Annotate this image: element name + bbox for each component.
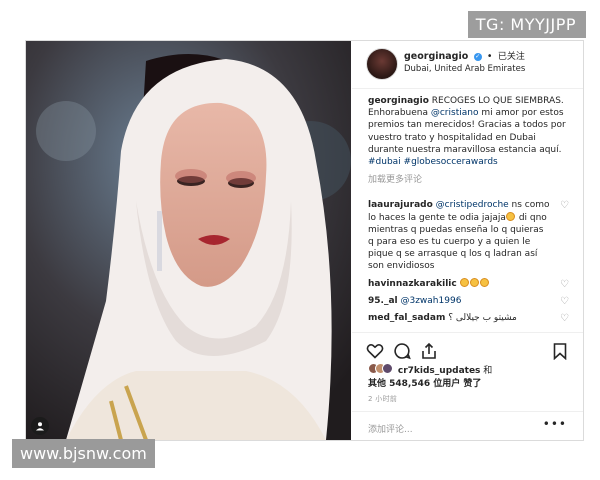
like-comment-heart-icon[interactable]: ♡ (560, 200, 569, 212)
post-caption: georginagio RECOGES LO QUE SIEMBRAS. Enh… (368, 95, 573, 168)
comment-username[interactable]: havinnazkarakilic (368, 279, 457, 289)
header-username[interactable]: georginagio (404, 51, 468, 62)
likes-first-user[interactable]: cr7kids_updates (398, 366, 481, 376)
heart-eyes-emoji-icon (469, 277, 479, 287)
avatar[interactable] (366, 48, 398, 80)
post-sidebar: georginagio ✓ • 已关注 Dubai, United Arab E… (352, 41, 583, 440)
comment-username[interactable]: 95._al (368, 296, 398, 306)
likes-others-prefix: 其他 (368, 379, 390, 389)
comment-text: مشيتو ب جيلالى ؟ (445, 313, 517, 324)
likes-summary: cr7kids_updates 和 其他 548,546 位用户 赞了 (368, 363, 492, 391)
caption-username[interactable]: georginagio (368, 96, 429, 106)
location-link[interactable]: Dubai, United Arab Emirates (404, 64, 525, 74)
caption-hashtags[interactable]: #dubai #globesoccerawards (368, 157, 498, 167)
instagram-post: georginagio ✓ • 已关注 Dubai, United Arab E… (25, 40, 584, 441)
likes-others-suffix: 位用户 赞了 (430, 379, 482, 389)
add-comment-input[interactable]: 添加评论... (368, 422, 413, 435)
user-tag-button[interactable] (31, 417, 49, 435)
separator-dot: • (486, 51, 493, 62)
comments-list: georginagio RECOGES LO QUE SIEMBRAS. Enh… (368, 95, 573, 329)
divider (352, 332, 583, 333)
share-icon[interactable] (420, 342, 438, 360)
like-comment-heart-icon[interactable]: ♡ (560, 296, 569, 308)
laughing-emoji-icon (505, 211, 515, 221)
like-comment-heart-icon[interactable]: ♡ (560, 279, 569, 291)
comment-username[interactable]: med_fal_sadam (368, 313, 445, 323)
watermark-tg: TG: MYYJJPP (467, 11, 586, 38)
heart-eyes-emoji-icon (459, 277, 469, 287)
comment-icon[interactable] (393, 342, 411, 360)
photo-illustration (26, 41, 351, 440)
more-options-button[interactable]: ••• (543, 417, 567, 431)
comment-item: 95._al @3zwah1996 ♡ (368, 295, 573, 307)
comment-mention[interactable]: @cristipedroche (436, 200, 509, 210)
load-more-comments-button[interactable]: 加载更多评论 (368, 174, 573, 186)
caption-mention[interactable]: @cristiano (431, 108, 479, 118)
like-comment-heart-icon[interactable]: ♡ (560, 313, 569, 325)
divider (352, 411, 583, 412)
post-actions (366, 342, 569, 360)
post-header: georginagio ✓ • 已关注 Dubai, United Arab E… (352, 41, 583, 89)
header-user-line: georginagio ✓ • 已关注 (404, 49, 525, 62)
save-bookmark-icon[interactable] (551, 342, 569, 360)
follow-status-button[interactable]: 已关注 (498, 52, 525, 62)
verified-badge-icon: ✓ (473, 53, 482, 61)
comment-item: laaurajurado @cristipedroche ns como lo … (368, 199, 573, 272)
like-heart-icon[interactable] (366, 342, 384, 360)
likes-and: 和 (480, 366, 493, 376)
comment-item: havinnazkarakilic ♡ (368, 277, 573, 291)
watermark-url: www.bjsnw.com (12, 439, 155, 468)
comment-item: med_fal_sadam مشيتو ب جيلالى ؟ ♡ (368, 312, 573, 324)
post-timestamp[interactable]: 2 小时前 (368, 394, 397, 404)
comment-mention[interactable]: @3zwah1996 (400, 296, 461, 306)
likes-count[interactable]: 548,546 (389, 379, 430, 389)
heart-eyes-emoji-icon (479, 277, 489, 287)
post-photo[interactable] (26, 41, 351, 440)
person-icon (36, 422, 44, 431)
comment-username[interactable]: laaurajurado (368, 200, 433, 210)
